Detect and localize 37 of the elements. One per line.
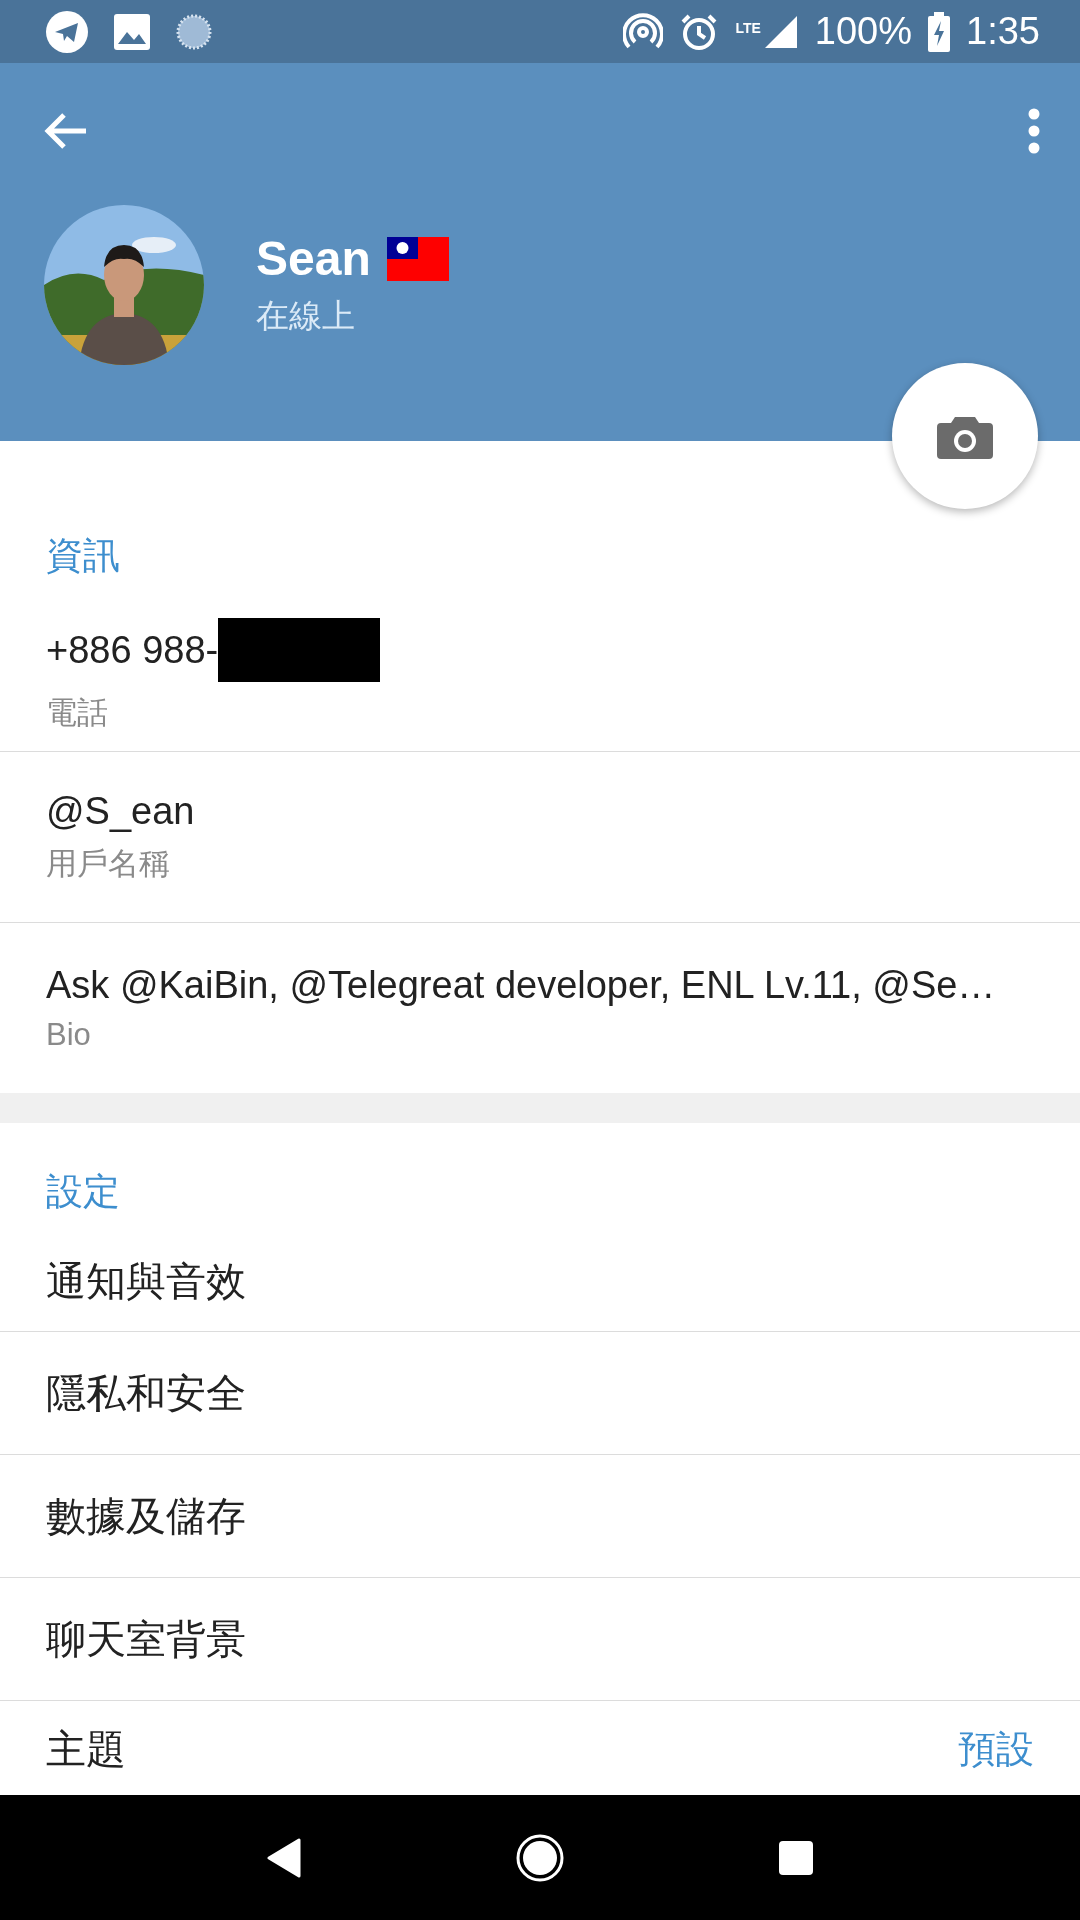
more-menu-button[interactable] — [1028, 108, 1040, 154]
info-row[interactable]: @S_ean 用戶名稱 — [0, 752, 1080, 923]
info-value: +886 988- — [46, 628, 219, 672]
info-value: Ask @KaiBin, @Telegreat developer, ENL Lv.11, @Se… — [46, 963, 996, 1007]
telegram-icon — [46, 10, 88, 53]
recents-nav-button[interactable] — [778, 1840, 813, 1875]
online-status: 在線上 — [256, 296, 356, 336]
settings-label: 主題 — [46, 1725, 126, 1773]
settings-label: 通知與音效 — [46, 1257, 246, 1305]
settings-label: 聊天室背景 — [46, 1615, 246, 1663]
settings-row[interactable]: 隱私和安全 — [0, 1332, 1080, 1455]
settings-row[interactable]: 聊天室背景 — [0, 1578, 1080, 1701]
settings-row[interactable]: 主題 預設 — [0, 1701, 1080, 1797]
clock: 1:35 — [966, 10, 1040, 53]
back-button[interactable] — [44, 111, 88, 151]
section-title: 資訊 — [45, 534, 121, 578]
profile-name: Sean — [256, 231, 371, 286]
settings-label: 隱私和安全 — [46, 1369, 246, 1417]
loading-icon — [176, 13, 212, 50]
battery-percent: 100% — [814, 10, 913, 53]
info-label: 電話 — [46, 694, 109, 732]
settings-value: 預設 — [958, 1726, 1034, 1772]
settings-row[interactable]: 通知與音效 — [0, 1231, 1080, 1332]
battery-icon — [928, 11, 951, 52]
section-title: 設定 — [45, 1170, 121, 1214]
network-type: LTE — [735, 20, 761, 36]
settings-label: 數據及儲存 — [46, 1492, 246, 1540]
image-icon — [114, 13, 150, 50]
home-nav-button[interactable] — [516, 1833, 564, 1882]
info-value: @S_ean — [46, 789, 195, 833]
info-label: Bio — [46, 1016, 92, 1053]
info-row[interactable]: Ask @KaiBin, @Telegreat developer, ENL Lv.11, @Se… Bio — [0, 923, 1080, 1093]
settings-row[interactable]: 數據及儲存 — [0, 1455, 1080, 1578]
flag-icon — [386, 234, 449, 283]
info-row[interactable]: +886 988- 電話 — [0, 601, 1080, 752]
info-label: 用戶名稱 — [46, 844, 171, 883]
back-nav-button[interactable] — [267, 1837, 302, 1878]
